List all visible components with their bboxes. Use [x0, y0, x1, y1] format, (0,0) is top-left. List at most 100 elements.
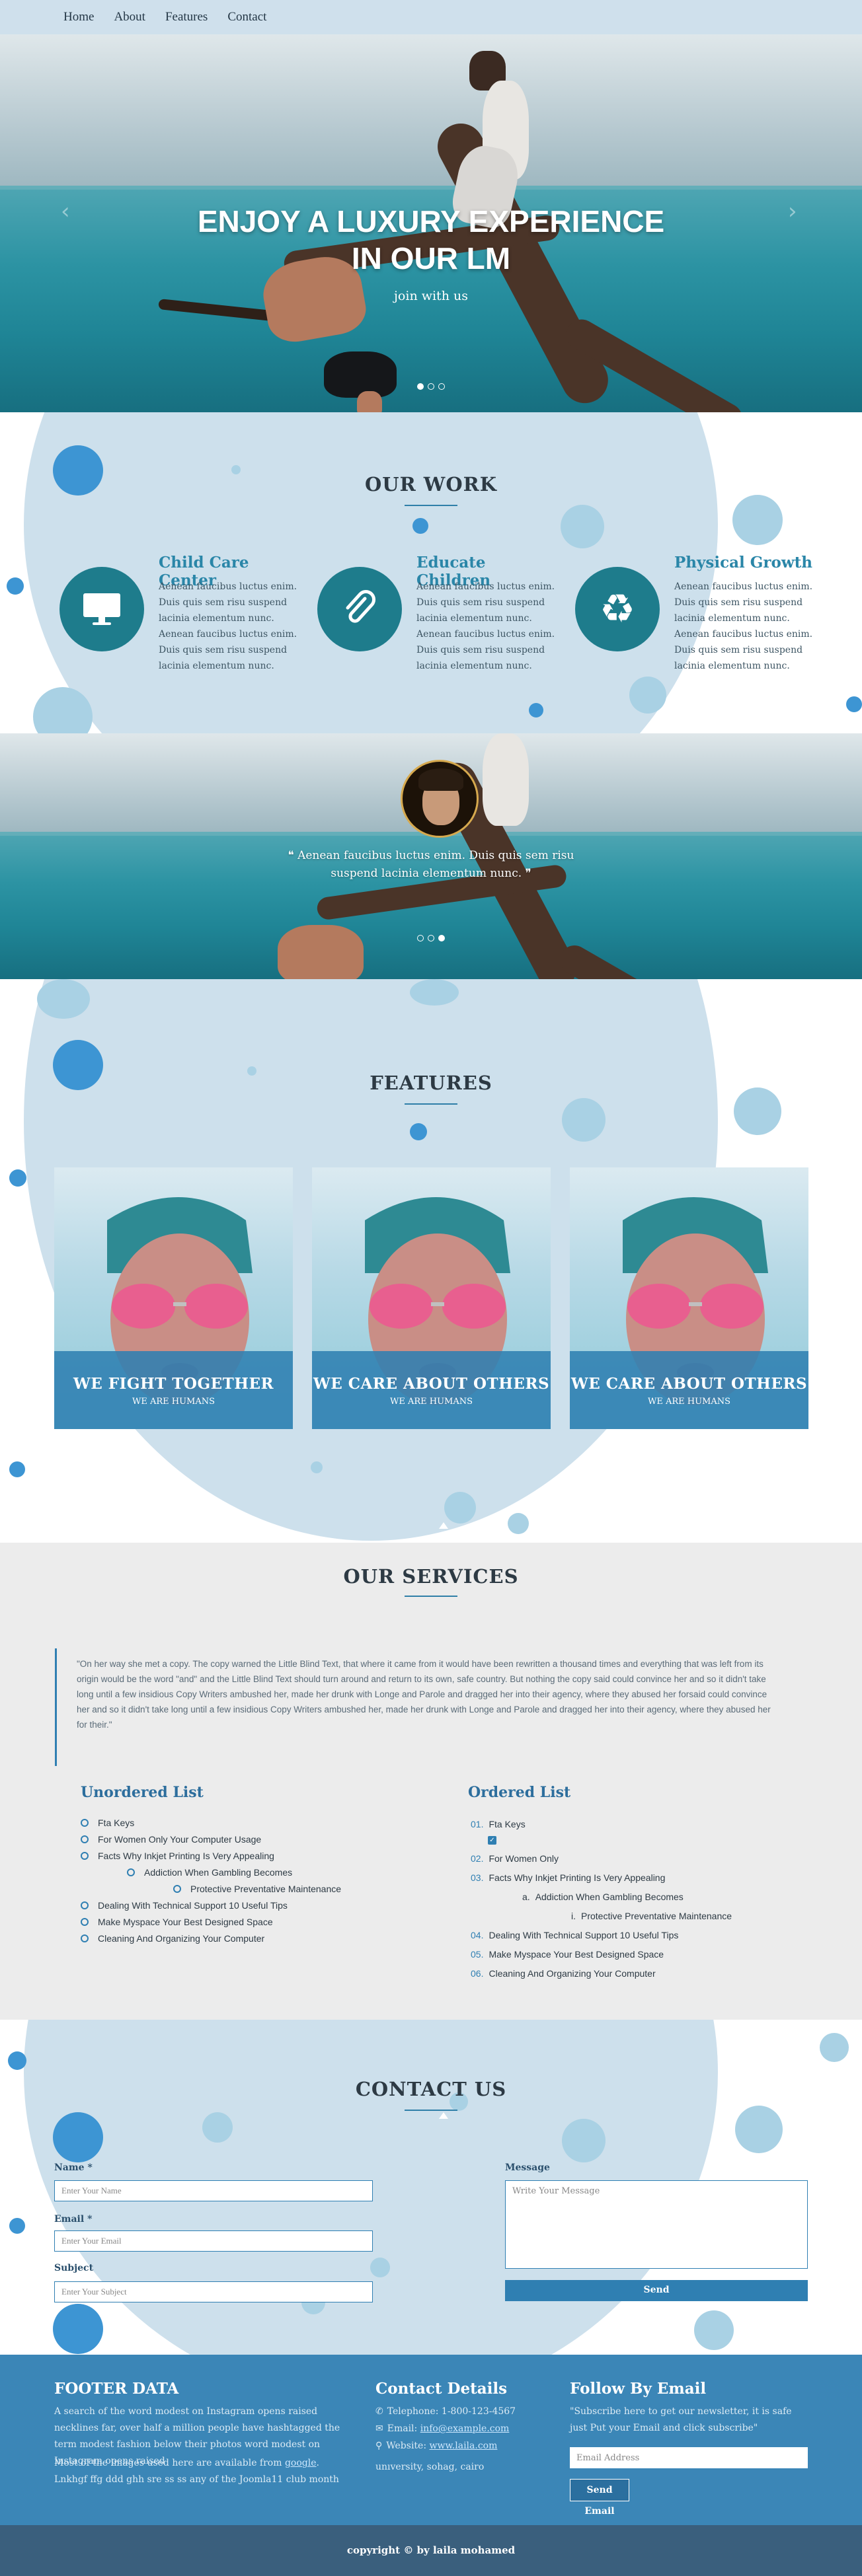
- scroll-up-caret-icon[interactable]: [439, 1522, 448, 1529]
- bubble: [444, 1492, 476, 1524]
- feature-card-subtitle: WE ARE HUMANS: [389, 1397, 473, 1407]
- bubble: [9, 1461, 25, 1477]
- bubble: [7, 577, 24, 595]
- recycle-icon: ♻: [575, 567, 660, 651]
- footer-follow-title: Follow By Email: [570, 2380, 707, 2398]
- list-item: Make Myspace Your Best Designed Space: [81, 1917, 273, 1927]
- feature-card-caption: WE FIGHT TOGETHER WE ARE HUMANS: [54, 1351, 293, 1429]
- bubble: [735, 2106, 783, 2153]
- subject-label: Subject: [54, 2263, 94, 2273]
- testimonial-indicator-3[interactable]: [438, 935, 445, 941]
- bubble: [561, 505, 604, 548]
- services-quote: "On her way she met a copy. The copy war…: [55, 1648, 782, 1766]
- bubble: [202, 2112, 233, 2143]
- bubble: [370, 2258, 390, 2277]
- nav-features-link[interactable]: Features: [165, 10, 208, 24]
- feature-card-caption: WE CARE ABOUT OTHERS WE ARE HUMANS: [570, 1351, 808, 1429]
- send-button[interactable]: Send: [505, 2280, 808, 2301]
- subject-input[interactable]: Enter Your Subject: [54, 2281, 373, 2302]
- circle-bullet-icon: [81, 1835, 89, 1843]
- list-item: 02. For Women Only: [471, 1853, 559, 1864]
- bubble: [732, 495, 783, 545]
- nav-contact-link[interactable]: Contact: [227, 10, 266, 24]
- circle-bullet-icon: [127, 1868, 135, 1876]
- list-item: i. Protective Preventative Maintenance: [571, 1911, 732, 1921]
- testimonial-indicators: [0, 932, 862, 944]
- hero-indicator-3[interactable]: [438, 383, 445, 390]
- bubble: [53, 2304, 103, 2354]
- list-item: Dealing With Technical Support 10 Useful…: [81, 1900, 288, 1911]
- newsletter-email-input[interactable]: Email Address: [570, 2447, 808, 2468]
- feature-card-title: WE FIGHT TOGETHER: [73, 1375, 274, 1393]
- bubble: [734, 1087, 781, 1135]
- nav-about-link[interactable]: About: [114, 10, 145, 24]
- services-title-rule: [405, 1596, 457, 1597]
- feature-card[interactable]: WE CARE ABOUT OTHERS WE ARE HUMANS: [570, 1167, 808, 1429]
- checkbox-checked[interactable]: ✓: [488, 1836, 496, 1845]
- bubble: [8, 2051, 26, 2070]
- circle-bullet-icon: [81, 1918, 89, 1926]
- email-label: Email *: [54, 2214, 93, 2225]
- work-section: OUR WORK Child Care Center Aenean faucib…: [0, 412, 862, 733]
- hero-subtitle: join with us: [394, 289, 468, 303]
- feature-card-subtitle: WE ARE HUMANS: [132, 1397, 216, 1407]
- footer-telephone: ✆ Telephone: 1-800-123-4567: [375, 2404, 516, 2420]
- send-email-button[interactable]: Send Email: [570, 2479, 629, 2517]
- list-item: Cleaning And Organizing Your Computer: [81, 1933, 264, 1944]
- features-title: FEATURES: [370, 1072, 492, 1094]
- list-item: Fta Keys: [81, 1818, 134, 1828]
- nav-home-link[interactable]: Home: [63, 10, 94, 24]
- footer-website: ⚲ Website: www.laila.com: [375, 2438, 497, 2454]
- list-item: 05. Make Myspace Your Best Designed Space: [471, 1949, 664, 1960]
- footer-website-link[interactable]: www.laila.com: [430, 2441, 498, 2451]
- bubble: [562, 1098, 606, 1142]
- footer-google-link[interactable]: google: [285, 2458, 317, 2468]
- message-textarea[interactable]: Write Your Message: [505, 2180, 808, 2269]
- work-item-child-care: Child Care Center Aenean faucibus luctus…: [59, 554, 304, 686]
- hero-title: ENJOY A LUXURY EXPERIENCE IN OUR LM: [0, 203, 862, 277]
- work-item-text: Aenean faucibus luctus enim. Duis quis s…: [416, 581, 555, 671]
- testimonial-indicator-2[interactable]: [428, 935, 434, 941]
- phone-icon: ✆: [375, 2406, 383, 2417]
- envelope-icon: ✉: [375, 2423, 383, 2434]
- circle-bullet-icon: [81, 1819, 89, 1827]
- circle-bullet-icon: [173, 1885, 181, 1893]
- feature-card[interactable]: WE FIGHT TOGETHER WE ARE HUMANS: [54, 1167, 293, 1429]
- footer: FOOTER DATA A search of the word modest …: [0, 2355, 862, 2525]
- bubble: [508, 1513, 529, 1534]
- bubble: [9, 2218, 25, 2234]
- hero-title-line1: ENJOY A LUXURY EXPERIENCE: [197, 204, 665, 239]
- bubble: [311, 1461, 323, 1473]
- top-nav: Home About Features Contact: [0, 0, 862, 34]
- footer-about-text-2: Most of the images used here are availab…: [54, 2458, 339, 2485]
- footer-email-link[interactable]: info@example.com: [420, 2423, 510, 2434]
- list-item: 03. Facts Why Inkjet Printing Is Very App…: [471, 1872, 666, 1883]
- work-item-physical: ♻ Physical Growth Aenean faucibus luctus…: [575, 554, 820, 686]
- hero-indicator-2[interactable]: [428, 383, 434, 390]
- footer-contact-title: Contact Details: [375, 2380, 508, 2398]
- bubble: [37, 979, 90, 1019]
- services-section: OUR SERVICES "On her way she met a copy.…: [0, 1543, 862, 2020]
- feature-card-title: WE CARE ABOUT OTHERS: [570, 1375, 808, 1393]
- bubble: [846, 696, 862, 712]
- work-item-educate: Educate Children Aenean faucibus luctus …: [317, 554, 562, 686]
- bubble: [9, 1169, 26, 1187]
- footer-address: unıversity, sohag, cairo: [375, 2462, 485, 2472]
- message-label: Message: [505, 2162, 550, 2173]
- name-input[interactable]: Enter Your Name: [54, 2180, 373, 2201]
- hero-slider: ‹ › ENJOY A LUXURY EXPERIENCE IN OUR LM …: [0, 34, 862, 412]
- list-item: 04. Dealing With Technical Support 10 Use…: [471, 1930, 679, 1940]
- bubble: [410, 1123, 427, 1140]
- feature-card-subtitle: WE ARE HUMANS: [647, 1397, 731, 1407]
- link-icon: ⚲: [375, 2441, 383, 2451]
- feature-card-caption: WE CARE ABOUT OTHERS WE ARE HUMANS: [312, 1351, 551, 1429]
- hero-indicator-1[interactable]: [417, 383, 424, 390]
- footer-follow-text: "Subscribe here to get our newsletter, i…: [570, 2406, 792, 2433]
- email-input[interactable]: Enter Your Email: [54, 2230, 373, 2252]
- paperclip-icon: [317, 567, 402, 651]
- testimonial-avatar: [401, 760, 479, 838]
- contact-title: CONTACT US: [355, 2078, 507, 2100]
- testimonial-indicator-1[interactable]: [417, 935, 424, 941]
- circle-bullet-icon: [81, 1934, 89, 1942]
- feature-card[interactable]: WE CARE ABOUT OTHERS WE ARE HUMANS: [312, 1167, 551, 1429]
